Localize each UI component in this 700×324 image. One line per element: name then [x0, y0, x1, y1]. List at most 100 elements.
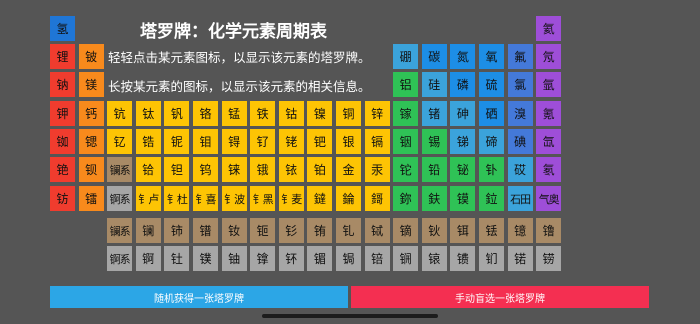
element-tile[interactable]: 铁 [250, 101, 276, 126]
element-tile[interactable]: 锇 [250, 157, 276, 182]
element-tile[interactable]: 锕系 [107, 186, 133, 211]
element-tile[interactable]: 钅麦 [278, 186, 304, 211]
element-tile[interactable]: 钚 [278, 246, 304, 271]
element-tile[interactable]: 锘 [507, 246, 533, 271]
element-tile[interactable]: 铂 [307, 157, 333, 182]
element-tile[interactable]: 氧 [479, 44, 504, 69]
element-tile[interactable]: 硫 [479, 72, 504, 97]
element-tile[interactable]: 氖 [536, 44, 562, 69]
element-tile[interactable]: 钅波 [221, 186, 247, 211]
element-tile[interactable]: 钪 [107, 101, 133, 126]
element-tile[interactable]: 铌 [164, 129, 190, 154]
element-tile[interactable]: 钅杜 [164, 186, 190, 211]
element-tile[interactable]: 钠 [50, 72, 75, 97]
element-tile[interactable]: 氢 [50, 16, 75, 41]
element-tile[interactable]: 氪 [536, 101, 562, 126]
element-tile[interactable]: 铼 [221, 157, 247, 182]
element-tile[interactable]: 锂 [50, 44, 75, 69]
element-tile[interactable]: 钽 [164, 157, 190, 182]
element-tile[interactable]: 钔 [479, 246, 504, 271]
element-tile[interactable]: 钫 [50, 186, 75, 211]
element-tile[interactable]: 氟 [507, 44, 533, 69]
element-tile[interactable]: 锆 [135, 129, 161, 154]
element-tile[interactable]: 铍 [78, 44, 104, 69]
element-tile[interactable]: 硼 [393, 44, 419, 69]
element-tile[interactable]: 碘 [507, 129, 533, 154]
element-tile[interactable]: 氯 [507, 72, 533, 97]
element-tile[interactable]: 钌 [250, 129, 276, 154]
element-tile[interactable]: 鉨 [393, 186, 419, 211]
element-tile[interactable]: 钡 [78, 157, 104, 182]
element-tile[interactable]: 鐽 [307, 186, 333, 211]
element-tile[interactable]: 钛 [135, 101, 161, 126]
element-tile[interactable]: 镝 [393, 218, 419, 243]
element-tile[interactable]: 镓 [393, 101, 419, 126]
element-tile[interactable]: 锿 [421, 246, 447, 271]
element-tile[interactable]: 石田 [507, 186, 533, 211]
element-tile[interactable]: 钅黑 [250, 186, 276, 211]
element-tile[interactable]: 镄 [450, 246, 476, 271]
element-tile[interactable]: 錀 [336, 186, 361, 211]
home-indicator[interactable] [262, 314, 438, 318]
element-tile[interactable]: 铋 [450, 157, 476, 182]
element-tile[interactable]: 镍 [307, 101, 333, 126]
element-tile[interactable]: 锔 [336, 246, 361, 271]
element-tile[interactable]: 鉝 [479, 186, 504, 211]
element-tile[interactable]: 镆 [450, 186, 476, 211]
element-tile[interactable]: 钇 [107, 129, 133, 154]
element-tile[interactable]: 钬 [421, 218, 447, 243]
element-tile[interactable]: 鎶 [364, 186, 390, 211]
element-tile[interactable]: 镁 [78, 72, 104, 97]
element-tile[interactable]: 硒 [479, 101, 504, 126]
element-tile[interactable]: 镧系 [107, 218, 133, 243]
element-tile[interactable]: 铅 [421, 157, 447, 182]
element-tile[interactable]: 碲 [479, 129, 504, 154]
element-tile[interactable]: 钴 [278, 101, 304, 126]
element-tile[interactable]: 钆 [336, 218, 361, 243]
element-tile[interactable]: 钒 [164, 101, 190, 126]
element-tile[interactable]: 氮 [450, 44, 476, 69]
element-tile[interactable]: 锫 [364, 246, 390, 271]
element-tile[interactable]: 镨 [193, 218, 218, 243]
element-tile[interactable]: 铕 [307, 218, 333, 243]
element-tile[interactable]: 氦 [536, 16, 562, 41]
element-tile[interactable]: 钍 [164, 246, 190, 271]
element-tile[interactable]: 铀 [221, 246, 247, 271]
element-tile[interactable]: 钙 [78, 101, 104, 126]
element-tile[interactable]: 铪 [135, 157, 161, 182]
element-tile[interactable]: 钼 [193, 129, 218, 154]
element-tile[interactable]: 铱 [278, 157, 304, 182]
random-card-button[interactable]: 随机获得一张塔罗牌 [50, 286, 348, 308]
element-tile[interactable]: 锕 [135, 246, 161, 271]
element-tile[interactable]: 砷 [450, 101, 476, 126]
element-tile[interactable]: 溴 [507, 101, 533, 126]
element-tile[interactable]: 砹 [507, 157, 533, 182]
element-tile[interactable]: 铷 [50, 129, 75, 154]
element-tile[interactable]: 钅卢 [135, 186, 161, 211]
element-tile[interactable]: 气奥 [536, 186, 562, 211]
element-tile[interactable]: 镱 [507, 218, 533, 243]
element-tile[interactable]: 铝 [393, 72, 419, 97]
element-tile[interactable]: 锎 [393, 246, 419, 271]
element-tile[interactable]: 镉 [364, 129, 390, 154]
element-tile[interactable]: 镧系 [107, 157, 133, 182]
element-tile[interactable]: 金 [336, 157, 361, 182]
element-tile[interactable]: 钅喜 [193, 186, 218, 211]
element-tile[interactable]: 锰 [221, 101, 247, 126]
element-tile[interactable]: 铟 [393, 129, 419, 154]
element-tile[interactable]: 汞 [364, 157, 390, 182]
element-tile[interactable]: 锗 [421, 101, 447, 126]
element-tile[interactable]: 锝 [221, 129, 247, 154]
element-tile[interactable]: 氡 [536, 157, 562, 182]
element-tile[interactable]: 镭 [78, 186, 104, 211]
element-tile[interactable]: 锕系 [107, 246, 133, 271]
element-tile[interactable]: 铜 [336, 101, 361, 126]
element-tile[interactable]: 镎 [250, 246, 276, 271]
element-tile[interactable]: 铊 [393, 157, 419, 182]
element-tile[interactable]: 铯 [50, 157, 75, 182]
element-tile[interactable]: 银 [336, 129, 361, 154]
element-tile[interactable]: 氙 [536, 129, 562, 154]
element-tile[interactable]: 钕 [221, 218, 247, 243]
element-tile[interactable]: 镧 [135, 218, 161, 243]
manual-pick-button[interactable]: 手动盲选一张塔罗牌 [351, 286, 649, 308]
